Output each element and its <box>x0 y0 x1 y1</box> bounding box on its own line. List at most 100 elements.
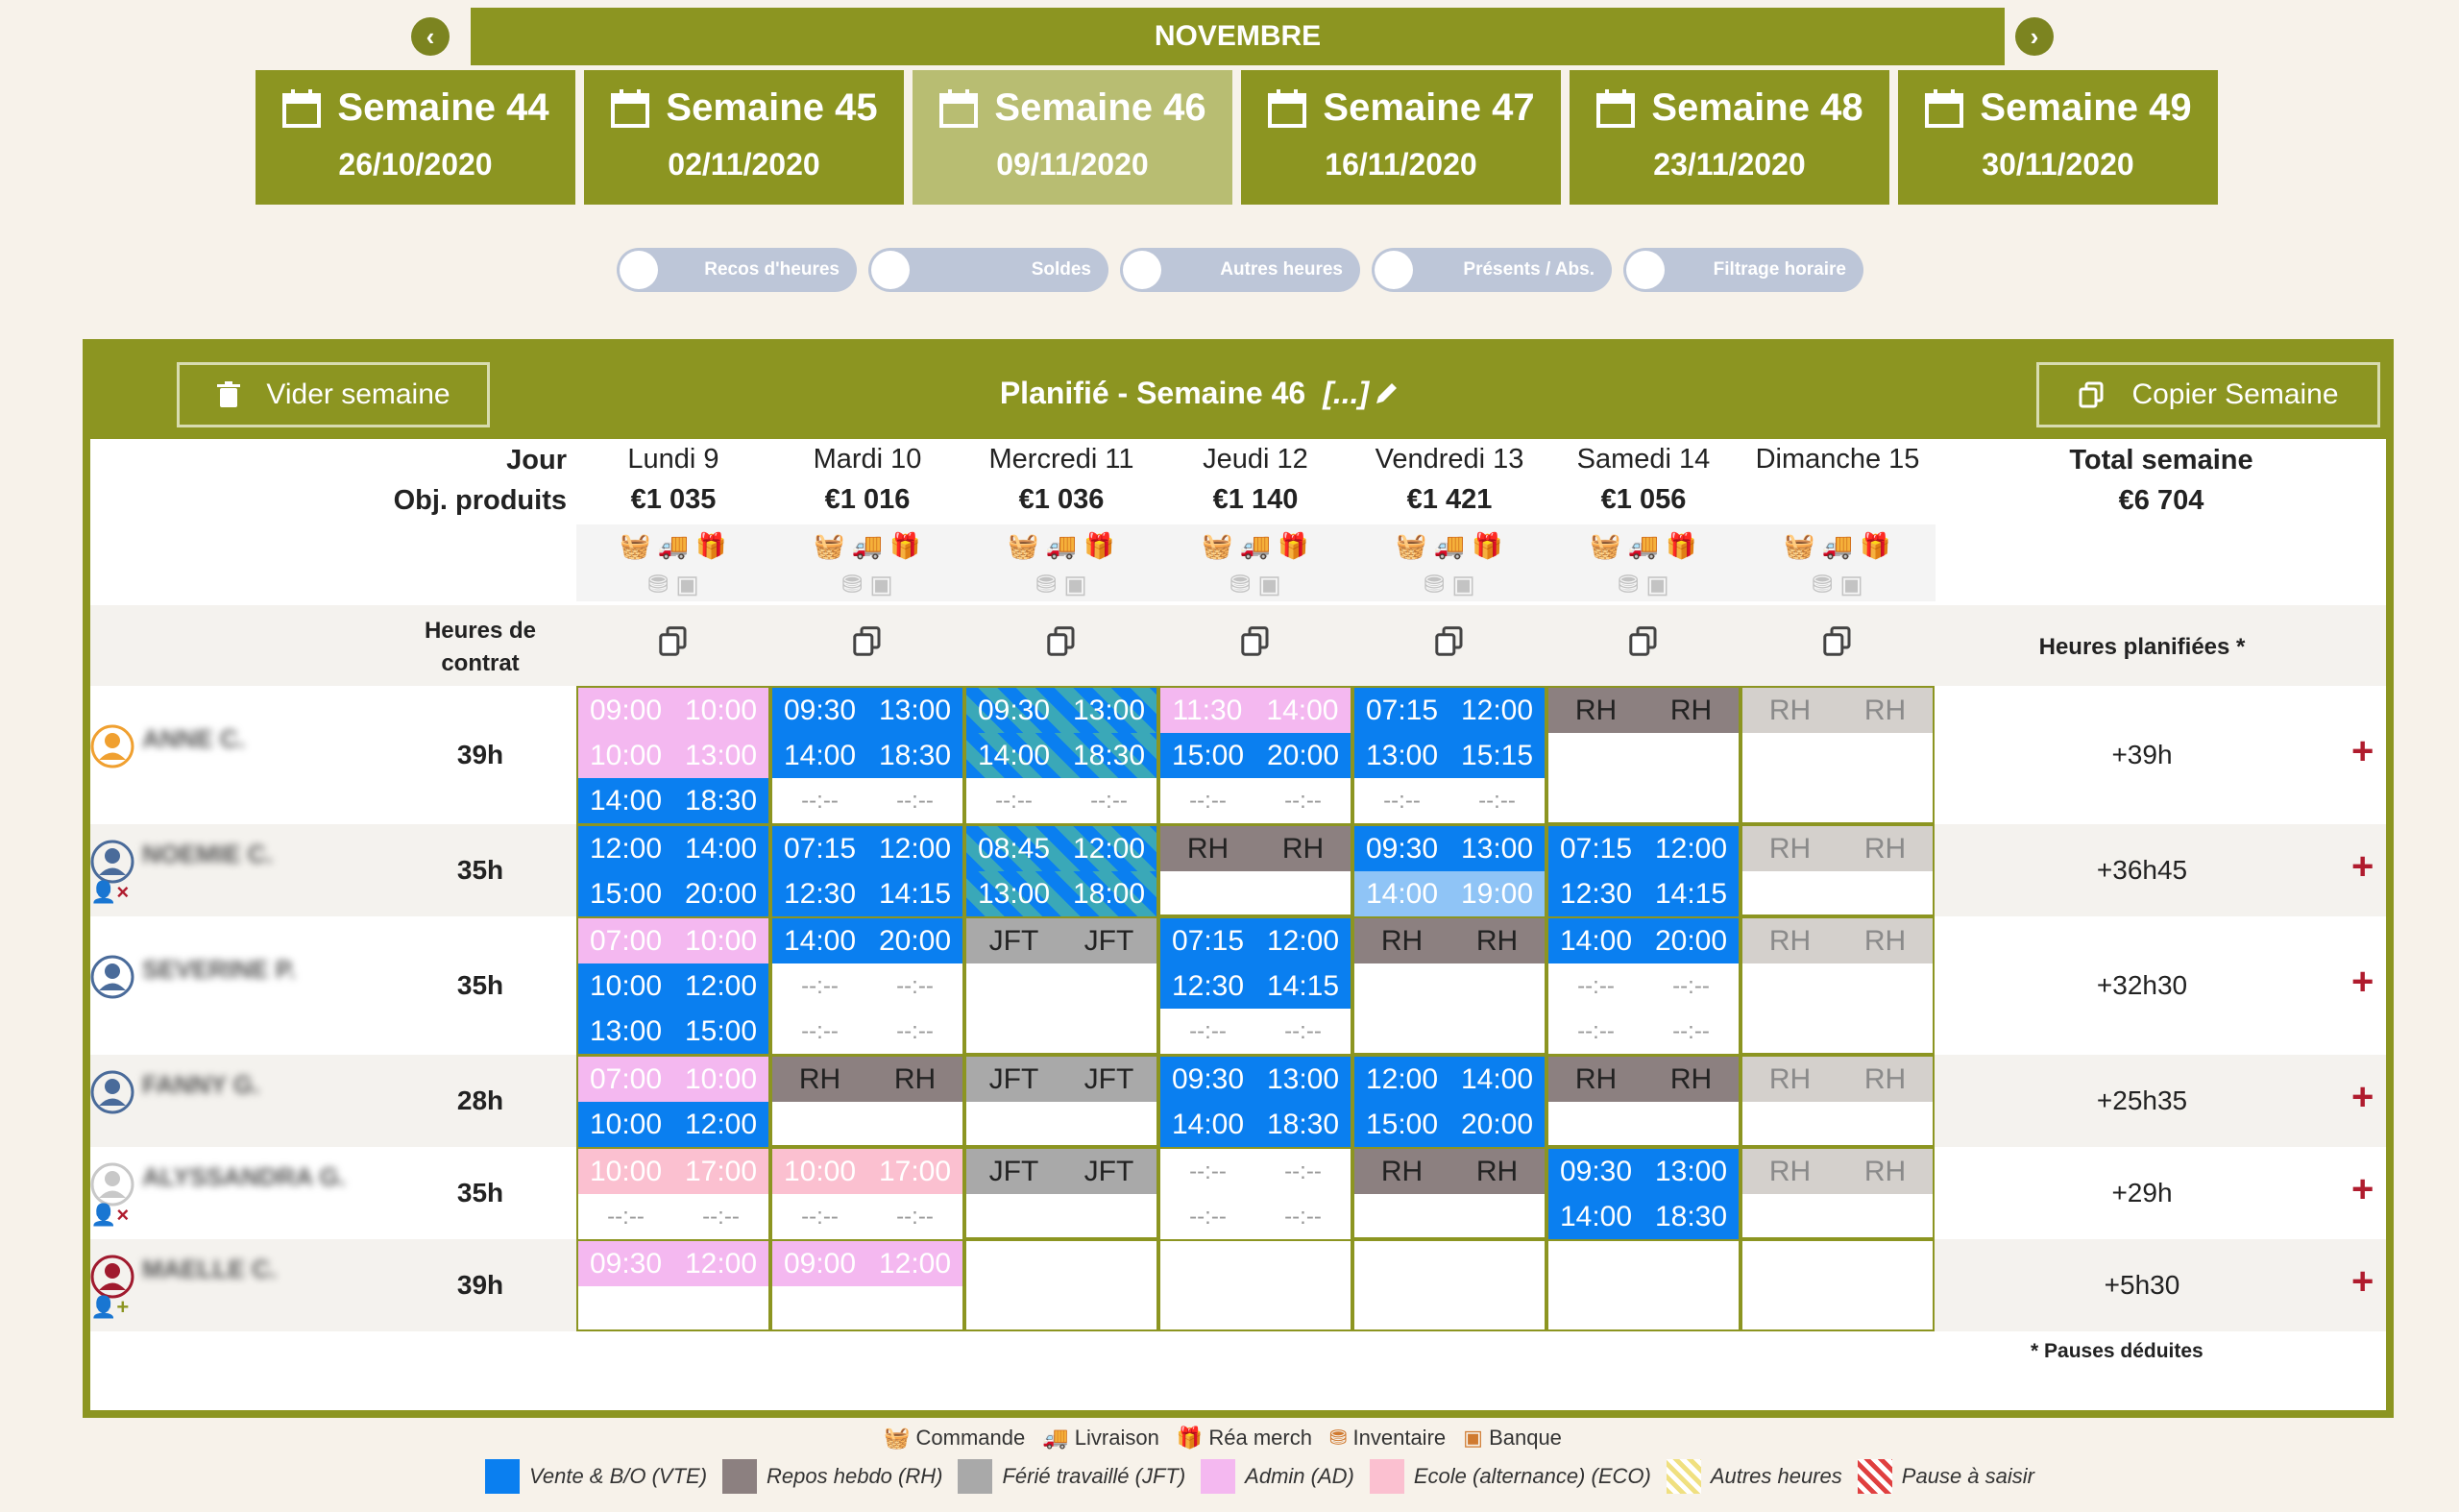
day-cell[interactable]: RH RH <box>1741 824 1935 916</box>
gift-icon[interactable]: 🎁 <box>1278 531 1308 560</box>
remove-user-icon[interactable]: 👤× <box>90 880 129 905</box>
day-cell[interactable] <box>1546 1239 1741 1331</box>
gift-icon[interactable]: 🎁 <box>1472 531 1502 560</box>
gift-icon[interactable]: 🎁 <box>695 531 726 560</box>
day-cell[interactable]: 09:30 13:00 14:00 18:30 --:-- --:-- <box>770 686 964 824</box>
banknote-icon[interactable]: ▣ <box>675 570 699 598</box>
pencil-icon[interactable] <box>1373 378 1401 407</box>
time-slot[interactable]: 13:00 15:15 <box>1354 733 1545 778</box>
toggle-2[interactable]: Autres heures <box>1120 248 1360 292</box>
time-slot[interactable]: 07:00 10:00 <box>578 918 768 963</box>
time-slot[interactable]: 14:00 18:30 <box>966 733 1156 778</box>
day-cell[interactable]: 09:30 13:00 14:00 18:30 --:-- --:-- <box>964 686 1158 824</box>
add-slot-button[interactable]: + <box>2351 730 2374 773</box>
truck-icon[interactable]: 🚚 <box>1434 531 1465 560</box>
day-cell[interactable]: 14:00 20:00 --:-- --:-- --:-- --:-- <box>770 916 964 1055</box>
toggle-4[interactable]: Filtrage horaire <box>1623 248 1863 292</box>
toggle-0[interactable]: Recos d'heures <box>617 248 857 292</box>
day-cell[interactable]: 07:15 12:00 12:30 14:15 <box>1546 824 1741 916</box>
day-cell[interactable]: JFT JFT <box>964 916 1158 1055</box>
time-slot[interactable]: 10:00 12:00 <box>578 1102 768 1147</box>
day-cell[interactable]: RH RH <box>1546 686 1741 824</box>
banknote-icon[interactable]: ▣ <box>1839 570 1863 598</box>
truck-icon[interactable]: 🚚 <box>1240 531 1271 560</box>
week-tab-49[interactable]: Semaine 49 30/11/2020 <box>1898 70 2218 205</box>
time-slot[interactable]: 10:00 12:00 <box>578 963 768 1009</box>
avatar[interactable] <box>90 724 134 773</box>
add-slot-button[interactable]: + <box>2351 1076 2374 1119</box>
time-slot[interactable]: JFT JFT <box>966 1057 1156 1102</box>
time-slot[interactable]: --:-- --:-- <box>578 1194 768 1239</box>
coins-icon[interactable]: ⛃ <box>1035 570 1057 598</box>
day-cell[interactable]: 07:00 10:00 10:00 12:00 <box>576 1055 770 1147</box>
day-cell[interactable]: 07:15 12:00 12:30 14:15 <box>770 824 964 916</box>
time-slot[interactable]: 12:00 14:00 <box>1354 1057 1545 1102</box>
time-slot[interactable]: 14:00 18:30 <box>772 733 962 778</box>
day-cell[interactable]: 09:00 12:00 <box>770 1239 964 1331</box>
day-cell[interactable]: 09:30 13:00 14:00 18:30 <box>1158 1055 1352 1147</box>
time-slot[interactable]: 07:15 12:00 <box>772 826 962 871</box>
time-slot[interactable]: --:-- --:-- <box>1160 1194 1351 1239</box>
day-cell[interactable]: RH RH <box>1741 686 1935 824</box>
day-cell[interactable]: JFT JFT <box>964 1147 1158 1239</box>
time-slot[interactable]: --:-- --:-- <box>1548 963 1739 1009</box>
time-slot[interactable]: --:-- --:-- <box>966 778 1156 823</box>
time-slot[interactable]: 08:45 12:00 <box>966 826 1156 871</box>
avatar[interactable] <box>90 955 134 1004</box>
add-slot-button[interactable]: + <box>2351 961 2374 1004</box>
time-slot[interactable]: --:-- --:-- <box>1160 1009 1351 1054</box>
add-slot-button[interactable]: + <box>2351 1168 2374 1211</box>
day-cell[interactable] <box>964 1239 1158 1331</box>
week-tab-46[interactable]: Semaine 46 09/11/2020 <box>913 70 1232 205</box>
time-slot[interactable]: 10:00 13:00 <box>578 733 768 778</box>
truck-icon[interactable]: 🚚 <box>1822 531 1853 560</box>
time-slot[interactable]: 10:00 17:00 <box>578 1149 768 1194</box>
time-slot[interactable]: 10:00 17:00 <box>772 1149 962 1194</box>
time-slot[interactable]: 07:15 12:00 <box>1354 688 1545 733</box>
day-cell[interactable]: RH RH <box>1352 916 1546 1055</box>
day-cell[interactable]: 12:00 14:00 15:00 20:00 <box>1352 1055 1546 1147</box>
time-slot[interactable]: 14:00 18:30 <box>1160 1102 1351 1147</box>
basket-icon[interactable]: 🧺 <box>1784 531 1814 560</box>
time-slot[interactable]: RH RH <box>1742 826 1933 871</box>
copy-day-icon[interactable] <box>1432 624 1467 664</box>
day-cell[interactable]: 11:30 14:00 15:00 20:00 --:-- --:-- <box>1158 686 1352 824</box>
time-slot[interactable]: 07:00 10:00 <box>578 1057 768 1102</box>
coins-icon[interactable]: ⛃ <box>841 570 863 598</box>
time-slot[interactable]: 15:00 20:00 <box>1160 733 1351 778</box>
time-slot[interactable]: 09:00 12:00 <box>772 1241 962 1286</box>
day-cell[interactable]: 09:30 13:00 14:00 19:00 <box>1352 824 1546 916</box>
day-cell[interactable]: 08:45 12:00 13:00 18:00 <box>964 824 1158 916</box>
coins-icon[interactable]: ⛃ <box>647 570 669 598</box>
time-slot[interactable]: 12:30 14:15 <box>1160 963 1351 1009</box>
basket-icon[interactable]: 🧺 <box>1396 531 1426 560</box>
time-slot[interactable]: 09:30 13:00 <box>1160 1057 1351 1102</box>
time-slot[interactable]: --:-- --:-- <box>772 1009 962 1054</box>
time-slot[interactable]: RH RH <box>772 1057 962 1102</box>
week-tab-45[interactable]: Semaine 45 02/11/2020 <box>584 70 904 205</box>
time-slot[interactable]: RH RH <box>1354 1149 1545 1194</box>
add-slot-button[interactable]: + <box>2351 1260 2374 1304</box>
day-cell[interactable] <box>1158 1239 1352 1331</box>
copy-day-icon[interactable] <box>1626 624 1661 664</box>
day-cell[interactable]: 09:30 12:00 <box>576 1239 770 1331</box>
time-slot[interactable]: 11:30 14:00 <box>1160 688 1351 733</box>
time-slot[interactable]: 09:30 13:00 <box>966 688 1156 733</box>
employee-name[interactable]: ANNE C. <box>142 724 245 754</box>
time-slot[interactable]: 15:00 20:00 <box>578 871 768 916</box>
copy-day-icon[interactable] <box>656 624 691 664</box>
day-cell[interactable]: RH RH <box>1546 1055 1741 1147</box>
prev-month-button[interactable]: ‹ <box>411 17 450 56</box>
time-slot[interactable]: RH RH <box>1354 918 1545 963</box>
time-slot[interactable]: 14:00 20:00 <box>1548 918 1739 963</box>
basket-icon[interactable]: 🧺 <box>1202 531 1232 560</box>
day-cell[interactable]: RH RH <box>1741 1055 1935 1147</box>
time-slot[interactable]: RH RH <box>1742 1149 1933 1194</box>
basket-icon[interactable]: 🧺 <box>620 531 650 560</box>
truck-icon[interactable]: 🚚 <box>852 531 883 560</box>
time-slot[interactable]: 12:30 14:15 <box>772 871 962 916</box>
time-slot[interactable]: RH RH <box>1742 1057 1933 1102</box>
day-cell[interactable]: 10:00 17:00 --:-- --:-- <box>576 1147 770 1239</box>
time-slot[interactable]: RH RH <box>1160 826 1351 871</box>
day-cell[interactable]: 09:30 13:00 14:00 18:30 <box>1546 1147 1741 1239</box>
